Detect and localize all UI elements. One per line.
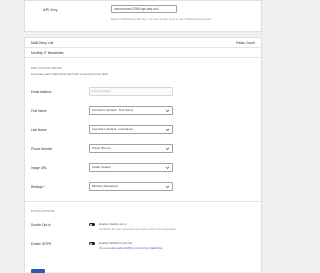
first-name-select-value: First Name (Default - First Name): [92, 108, 134, 112]
image-url-select[interactable]: Avatar (Avatar): [89, 163, 173, 172]
map-fields-heading: MAP CUSTOM FIELDS: [31, 66, 63, 70]
last-name-select[interactable]: Last Name (Default - Last Name): [89, 125, 173, 134]
fields-count-header: Fields Count: [235, 41, 255, 45]
field-label-first-name: First Name: [31, 109, 47, 113]
field-label-image-url: Image URL: [31, 166, 48, 170]
chevron-down-icon: [165, 166, 170, 169]
double-opt-in-label: Double Opt-In: [31, 223, 51, 227]
email-select: Email (Default): [89, 87, 173, 96]
last-name-select-value: Last Name (Default - Last Name): [92, 127, 134, 131]
email-select-value: Email (Default): [92, 89, 111, 93]
extra-options-heading: EXTRA OPTIONS: [31, 209, 55, 213]
section-divider: [25, 201, 261, 202]
chevron-down-icon: [165, 109, 170, 112]
double-opt-in-text: Enable double opt-in: [99, 222, 127, 226]
field-label-phone: Phone Number: [31, 147, 53, 151]
chevron-down-icon: [165, 147, 170, 150]
list-divider: [25, 57, 261, 58]
image-url-select-value: Avatar (Avatar): [92, 165, 111, 169]
enable-gdpr-help-link[interactable]: You must also enable GDPR on the list fr…: [99, 247, 163, 250]
chevron-down-icon: [165, 128, 170, 131]
enable-gdpr-toggle[interactable]: [89, 242, 95, 245]
api-key-help: Enter a MailChimp API key. You can creat…: [111, 17, 212, 21]
phone-select-value: Phone (Phone): [92, 146, 111, 150]
list-item-monthly-it-newsletter[interactable]: Monthly IT Newsletter: [31, 51, 64, 55]
api-key-label: API Key: [43, 7, 58, 12]
chevron-down-icon: [165, 185, 170, 188]
first-name-select[interactable]: First Name (Default - First Name): [89, 106, 173, 115]
phone-select[interactable]: Phone (Phone): [89, 144, 173, 153]
birthday-select-value: Birthday (Datepicker): [92, 184, 119, 188]
header-divider: [25, 47, 261, 48]
field-label-email: Email Address: [31, 90, 52, 94]
api-key-input[interactable]: xxxxxxxxxx12345 api-key-us1: [111, 5, 177, 13]
double-opt-in-toggle[interactable]: [89, 223, 95, 226]
map-fields-description: Associate each MailChimp field with a Gr…: [31, 72, 109, 76]
toggle-knob: [89, 242, 92, 245]
birthday-select[interactable]: Birthday (Datepicker): [89, 182, 173, 191]
enable-gdpr-label: Enable GDPR: [31, 242, 52, 246]
list-header-label: MailChimp List: [31, 41, 54, 45]
field-label-last-name: Last Name: [31, 128, 47, 132]
enable-gdpr-text: Enable GDPR on this list: [99, 241, 133, 245]
settings-card: MailChimp List Fields Count Monthly IT N…: [24, 37, 262, 273]
field-label-birthday: Birthday *: [31, 185, 45, 189]
toggle-knob: [89, 223, 92, 226]
api-key-card: API Key xxxxxxxxxx12345 api-key-us1 Ente…: [24, 0, 262, 32]
double-opt-in-help: If enabled, the user will receive an ema…: [99, 228, 177, 231]
save-button[interactable]: [31, 269, 45, 273]
